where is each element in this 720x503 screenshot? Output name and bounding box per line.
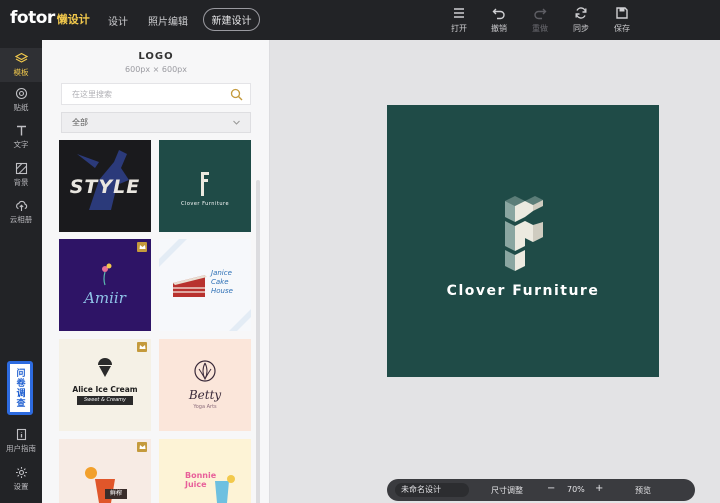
template-thumb-style[interactable]: STYLE <box>59 140 151 232</box>
rail-item-cloud[interactable]: 云相册 <box>0 195 42 229</box>
chevron-down-icon <box>233 120 240 125</box>
layers-icon <box>14 52 28 63</box>
flower-icon <box>102 263 112 286</box>
new-design-button[interactable]: 新建设计 <box>203 8 260 31</box>
menu-icon <box>454 8 464 18</box>
bonnie-line-1: Bonnie <box>185 471 217 480</box>
thumb-alice-title: Alice Ice Cream <box>72 385 138 394</box>
survey-button[interactable]: 问卷调查 <box>7 361 33 415</box>
open-button[interactable]: 打开 <box>442 6 476 36</box>
lotus-icon <box>194 360 216 382</box>
rail-item-sticker[interactable]: 贴纸 <box>0 83 42 117</box>
template-thumb-clover[interactable]: Clover Furniture <box>159 140 251 232</box>
premium-crown-icon <box>137 442 147 452</box>
rail-item-template[interactable]: 模板 <box>0 48 42 82</box>
guide-icon <box>16 428 26 441</box>
clover-f-logo <box>505 196 543 271</box>
janice-line-2: Cake <box>211 278 229 286</box>
thumb-betty-sub: Yoga Arts <box>193 404 217 410</box>
undo-icon <box>492 8 505 20</box>
clover-f-logo-small <box>201 172 209 196</box>
cake-slice-icon <box>159 239 251 331</box>
undo-button[interactable]: 撤销 <box>482 6 516 36</box>
zoom-level: 70% <box>567 485 585 494</box>
thumb-bonnie-text: Bonnie Juice <box>185 471 216 489</box>
thumb-amiir-text: Amiir <box>84 289 126 307</box>
janice-line-1: Janice <box>211 269 232 277</box>
survey-label: 问卷调查 <box>14 368 25 408</box>
sticker-icon <box>15 87 27 100</box>
bonnie-line-2: Juice <box>185 480 207 489</box>
nav-photo-edit[interactable]: 照片编辑 <box>148 13 188 28</box>
save-icon <box>616 7 628 19</box>
rail-label: 文字 <box>13 140 29 149</box>
template-search[interactable] <box>61 83 251 105</box>
template-thumb-juice-cn[interactable]: 鲜榨 <box>59 439 151 503</box>
thumb-juice-label: 鲜榨 <box>105 489 127 499</box>
rail-item-text[interactable]: 文字 <box>0 120 42 154</box>
panel-title: LOGO <box>138 51 174 62</box>
design-canvas[interactable]: Clover Furniture <box>387 105 659 377</box>
template-thumb-bonnie[interactable]: Bonnie Juice <box>159 439 251 503</box>
template-thumb-amiir[interactable]: Amiir <box>59 239 151 331</box>
save-button[interactable]: 保存 <box>605 6 639 36</box>
sync-label: 同步 <box>573 24 589 33</box>
zoom-in-button[interactable]: + <box>595 483 603 494</box>
thumb-clover-text: Clover Furniture <box>180 201 230 207</box>
category-select-value: 全部 <box>72 118 88 127</box>
thumb-janice-text: Janice Cake House <box>211 269 233 296</box>
thumb-alice-sub: Sweet & Creamy <box>77 396 133 405</box>
rail-item-settings[interactable]: 设置 <box>0 462 42 496</box>
rail-item-guide[interactable]: 用户指南 <box>0 424 42 458</box>
category-select[interactable]: 全部 <box>61 112 251 133</box>
canvas-brand-name[interactable]: Clover Furniture <box>387 283 659 299</box>
open-label: 打开 <box>451 24 467 33</box>
rail-label: 模板 <box>13 68 29 77</box>
rail-label: 贴纸 <box>13 103 29 112</box>
top-bar: fotor 懒设计 设计 照片编辑 新建设计 打开 撤销 重做 同步 保存 <box>0 0 720 40</box>
redo-icon <box>534 8 547 20</box>
cloud-upload-icon <box>15 200 27 211</box>
template-thumb-alice[interactable]: Alice Ice Cream Sweet & Creamy <box>59 339 151 431</box>
janice-line-3: House <box>211 287 233 295</box>
rail-label: 背景 <box>13 178 29 187</box>
sync-icon <box>575 7 587 19</box>
panel-size: 600px × 600px <box>125 65 187 74</box>
sync-button[interactable]: 同步 <box>564 6 598 36</box>
rail-label: 云相册 <box>9 215 33 224</box>
nav-design[interactable]: 设计 <box>108 13 128 28</box>
save-label: 保存 <box>614 24 630 33</box>
preview-button[interactable]: 预览 <box>635 485 651 496</box>
template-panel: LOGO 600px × 600px 全部 STYLE Clover Furni… <box>42 40 270 503</box>
zoom-out-button[interactable]: − <box>547 483 555 494</box>
thumb-style-text: STYLE <box>69 176 141 198</box>
text-icon <box>16 125 26 136</box>
gear-icon <box>15 467 27 478</box>
redo-button[interactable]: 重做 <box>523 6 557 36</box>
logo-subtitle: 懒设计 <box>56 13 90 26</box>
premium-crown-icon <box>137 242 147 252</box>
search-icon[interactable] <box>230 88 243 101</box>
undo-label: 撤销 <box>491 24 507 33</box>
background-icon <box>15 162 27 175</box>
rail-label: 设置 <box>13 482 29 491</box>
resize-button[interactable]: 尺寸调整 <box>491 485 523 496</box>
rail-label: 用户指南 <box>6 444 36 453</box>
logo-wordmark: fotor <box>10 8 55 28</box>
template-thumb-janice[interactable]: Janice Cake House <box>159 239 251 331</box>
redo-label: 重做 <box>532 24 548 33</box>
template-thumb-betty[interactable]: Betty Yoga Arts <box>159 339 251 431</box>
design-name-field[interactable]: 未命名设计 <box>395 483 469 497</box>
rail-item-background[interactable]: 背景 <box>0 158 42 192</box>
left-rail: 模板 贴纸 文字 背景 云相册 问卷调查 用户指南 设置 <box>0 40 42 503</box>
thumb-betty-title: Betty <box>188 388 222 402</box>
panel-scrollbar[interactable] <box>256 180 260 503</box>
search-input[interactable] <box>72 89 222 99</box>
bottom-bar: 未命名设计 尺寸调整 − 70% + 预览 <box>387 479 695 501</box>
fotor-logo[interactable]: fotor 懒设计 <box>10 8 90 28</box>
premium-crown-icon <box>137 342 147 352</box>
